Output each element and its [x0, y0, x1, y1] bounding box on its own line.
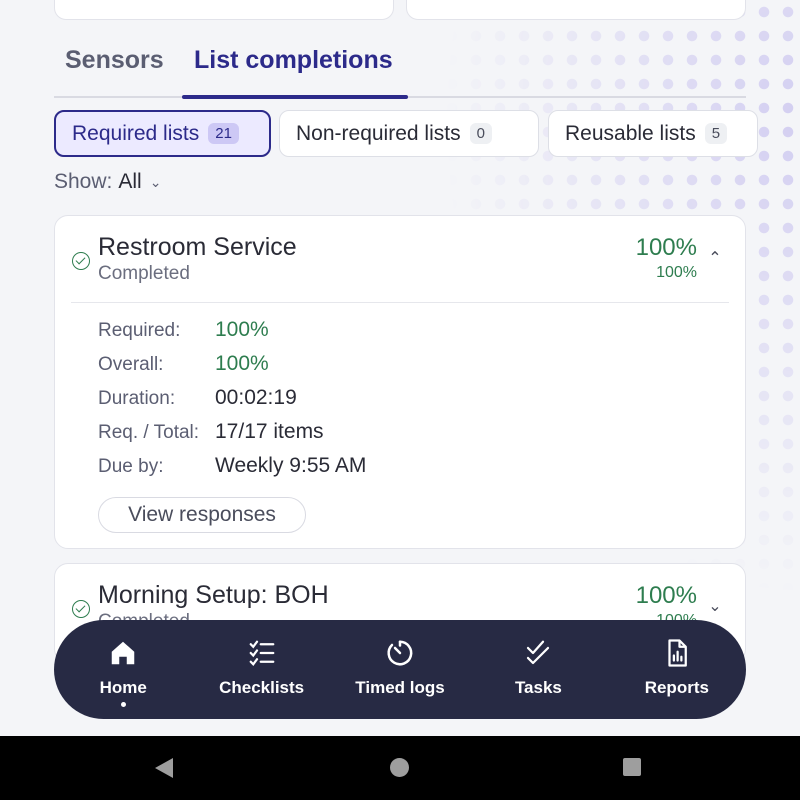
- nav-timed-logs[interactable]: Timed logs: [331, 620, 469, 719]
- nav-label: Timed logs: [355, 678, 445, 697]
- tab-sensors[interactable]: Sensors: [65, 46, 164, 75]
- show-filter-dropdown[interactable]: Show: All ⌄: [54, 170, 161, 194]
- nav-checklists[interactable]: Checklists: [192, 620, 330, 719]
- checklist-icon: [249, 640, 274, 666]
- home-circle-icon[interactable]: [390, 758, 409, 777]
- timer-icon: [387, 640, 413, 666]
- active-tab-indicator: [182, 95, 408, 99]
- card-divider: [71, 302, 729, 303]
- chip-reusable-lists[interactable]: Reusable lists 5: [548, 110, 758, 157]
- show-filter-label: Show:: [54, 170, 113, 193]
- back-icon[interactable]: [155, 758, 173, 778]
- active-nav-indicator: [120, 702, 126, 707]
- detail-label: Duration:: [98, 388, 176, 409]
- home-icon: [111, 641, 135, 665]
- detail-value: 17/17 items: [215, 420, 324, 443]
- detail-value: Weekly 9:55 AM: [215, 454, 367, 477]
- detail-label: Req. / Total:: [98, 422, 200, 443]
- chip-required-lists[interactable]: Required lists 21: [54, 110, 271, 157]
- detail-label: Required:: [98, 320, 181, 341]
- nav-tasks[interactable]: Tasks: [469, 620, 607, 719]
- chip-label: Non-required lists: [296, 121, 461, 145]
- show-filter-value: All: [118, 170, 142, 193]
- check-circle-icon: [72, 252, 90, 270]
- card-title: Morning Setup: BOH: [98, 581, 329, 609]
- detail-value: 00:02:19: [215, 386, 297, 409]
- view-responses-button[interactable]: View responses: [98, 497, 306, 533]
- completion-percent-sub: 100%: [656, 264, 697, 281]
- previous-card-right: [406, 0, 746, 20]
- filter-chip-row: Required lists 21 Non-required lists 0 R…: [54, 110, 800, 158]
- check-circle-icon: [72, 600, 90, 618]
- nav-label: Reports: [644, 678, 709, 697]
- system-nav-bar: [0, 736, 800, 800]
- chip-count-badge: 5: [704, 123, 728, 144]
- chevron-down-icon: ⌄: [149, 173, 162, 190]
- bottom-nav-bar: Home Checklists Timed logs Tasks Reports: [54, 620, 746, 719]
- nav-label: Checklists: [219, 678, 305, 697]
- tab-bar: Sensors List completions: [54, 40, 746, 99]
- chevron-up-icon[interactable]: ⌃: [705, 248, 725, 268]
- chevron-down-icon[interactable]: ⌄: [705, 596, 725, 616]
- card-title: Restroom Service: [98, 233, 297, 261]
- chip-label: Reusable lists: [565, 121, 696, 145]
- card-status: Completed: [98, 263, 190, 284]
- recent-apps-icon[interactable]: [623, 758, 641, 776]
- nav-reports[interactable]: Reports: [608, 620, 746, 719]
- chip-count-badge: 21: [208, 123, 239, 144]
- list-completion-card[interactable]: Restroom Service Completed 100% 100% ⌃ R…: [54, 215, 746, 549]
- double-check-icon: [527, 640, 550, 665]
- completion-percent: 100%: [635, 582, 697, 609]
- previous-card-left: [54, 0, 394, 20]
- nav-home[interactable]: Home: [54, 620, 192, 719]
- completion-percent: 100%: [635, 234, 697, 261]
- detail-label: Overall:: [98, 354, 164, 375]
- detail-value: 100%: [215, 318, 269, 341]
- chip-non-required-lists[interactable]: Non-required lists 0: [279, 110, 539, 157]
- chip-count-badge: 0: [469, 123, 492, 144]
- chip-label: Required lists: [72, 121, 200, 145]
- detail-value: 100%: [215, 352, 269, 375]
- tab-list-completions[interactable]: List completions: [194, 46, 393, 75]
- nav-label: Home: [99, 678, 147, 697]
- nav-label: Tasks: [514, 678, 562, 697]
- report-icon: [668, 639, 687, 667]
- detail-label: Due by:: [98, 456, 164, 477]
